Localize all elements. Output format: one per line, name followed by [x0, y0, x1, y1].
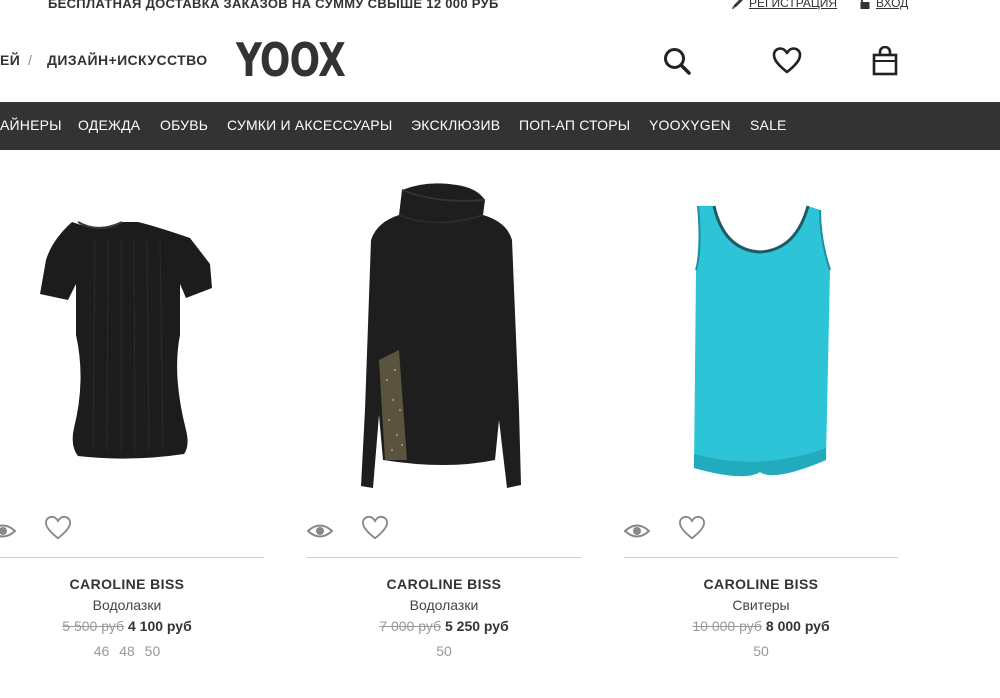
quick-view-eye-icon[interactable] [624, 523, 650, 539]
product-actions [307, 515, 581, 545]
quick-view-eye-icon[interactable] [0, 523, 16, 539]
product-price: 7 000 руб 5 250 руб [307, 618, 581, 634]
nav-sale[interactable]: SALE [750, 117, 787, 133]
product-brand[interactable]: CAROLINE BISS [624, 576, 898, 592]
search-icon[interactable] [662, 46, 692, 76]
nav-designers[interactable]: АЙНЕРЫ [0, 117, 62, 133]
product-price: 10 000 руб 8 000 руб [624, 618, 898, 634]
register-label: РЕГИСТРАЦИЯ [749, 0, 838, 10]
promo-bar: БЕСПЛАТНАЯ ДОСТАВКА ЗАКАЗОВ НА СУММУ СВЫ… [0, 0, 1000, 14]
free-shipping-banner: БЕСПЛАТНАЯ ДОСТАВКА ЗАКАЗОВ НА СУММУ СВЫ… [48, 0, 499, 11]
product-card[interactable]: CAROLINE BISS Свитеры 10 000 руб 8 000 ру… [624, 160, 898, 680]
yoox-logo[interactable]: YOOX [236, 34, 346, 86]
nav-yooxygen[interactable]: YOOXYGEN [649, 117, 731, 133]
available-sizes: 50 [753, 643, 769, 659]
old-price: 7 000 руб [379, 618, 441, 634]
add-to-wishlist-heart-icon[interactable] [44, 515, 72, 541]
product-image-black-turtleneck[interactable] [307, 160, 581, 500]
old-price: 10 000 руб [692, 618, 762, 634]
register-link[interactable]: РЕГИСТРАЦИЯ [731, 0, 837, 10]
available-sizes: 46 48 50 [93, 643, 161, 659]
quick-view-eye-icon[interactable] [307, 523, 333, 539]
site-header: ЕЙ / ДИЗАЙН+ИСКУССТВО YOOX [0, 30, 1000, 102]
product-brand[interactable]: CAROLINE BISS [307, 576, 581, 592]
product-price: 5 500 руб 4 100 руб [0, 618, 264, 634]
department-link-partial[interactable]: ЕЙ [0, 52, 20, 68]
add-to-wishlist-heart-icon[interactable] [361, 515, 389, 541]
product-image-turquoise-tank-top[interactable] [624, 160, 898, 500]
old-price: 5 500 руб [62, 618, 124, 634]
nav-shoes[interactable]: ОБУВЬ [160, 117, 208, 133]
available-sizes: 50 [436, 643, 452, 659]
product-category: Водолазки [409, 597, 479, 613]
department-link-design-art[interactable]: ДИЗАЙН+ИСКУССТВО [47, 52, 208, 68]
login-label: ВХОД [876, 0, 909, 10]
product-image-black-short-sleeve-top[interactable] [0, 160, 264, 500]
lock-icon [860, 0, 870, 9]
nav-popup-stores[interactable]: ПОП-АП СТОРЫ [519, 117, 630, 133]
nav-exclusive[interactable]: ЭКСКЛЮЗИВ [411, 117, 500, 133]
product-card[interactable]: CAROLINE BISS Водолазки 5 500 руб 4 100 р… [0, 160, 264, 680]
nav-bags-accessories[interactable]: СУМКИ И АКСЕССУАРЫ [227, 117, 392, 133]
sale-price: 8 000 руб [765, 618, 830, 634]
product-actions [624, 515, 898, 545]
product-category: Водолазки [92, 597, 162, 613]
pencil-icon [732, 0, 743, 9]
login-link[interactable]: ВХОД [858, 0, 908, 10]
add-to-wishlist-heart-icon[interactable] [678, 515, 706, 541]
sale-price: 5 250 руб [445, 618, 509, 634]
card-divider [0, 557, 264, 558]
card-divider [307, 557, 581, 558]
card-divider [624, 557, 898, 558]
product-brand[interactable]: CAROLINE BISS [0, 576, 264, 592]
product-actions [0, 515, 264, 545]
nav-clothing[interactable]: ОДЕЖДА [78, 117, 140, 133]
product-category: Свитеры [732, 597, 790, 613]
product-card[interactable]: CAROLINE BISS Водолазки 7 000 руб 5 250 р… [307, 160, 581, 680]
department-separator: / [28, 52, 33, 68]
wishlist-heart-icon[interactable] [772, 46, 802, 76]
shopping-bag-icon[interactable] [870, 46, 900, 76]
main-navigation: АЙНЕРЫ ОДЕЖДА ОБУВЬ СУМКИ И АКСЕССУАРЫ Э… [0, 102, 1000, 150]
sale-price: 4 100 руб [128, 618, 192, 634]
